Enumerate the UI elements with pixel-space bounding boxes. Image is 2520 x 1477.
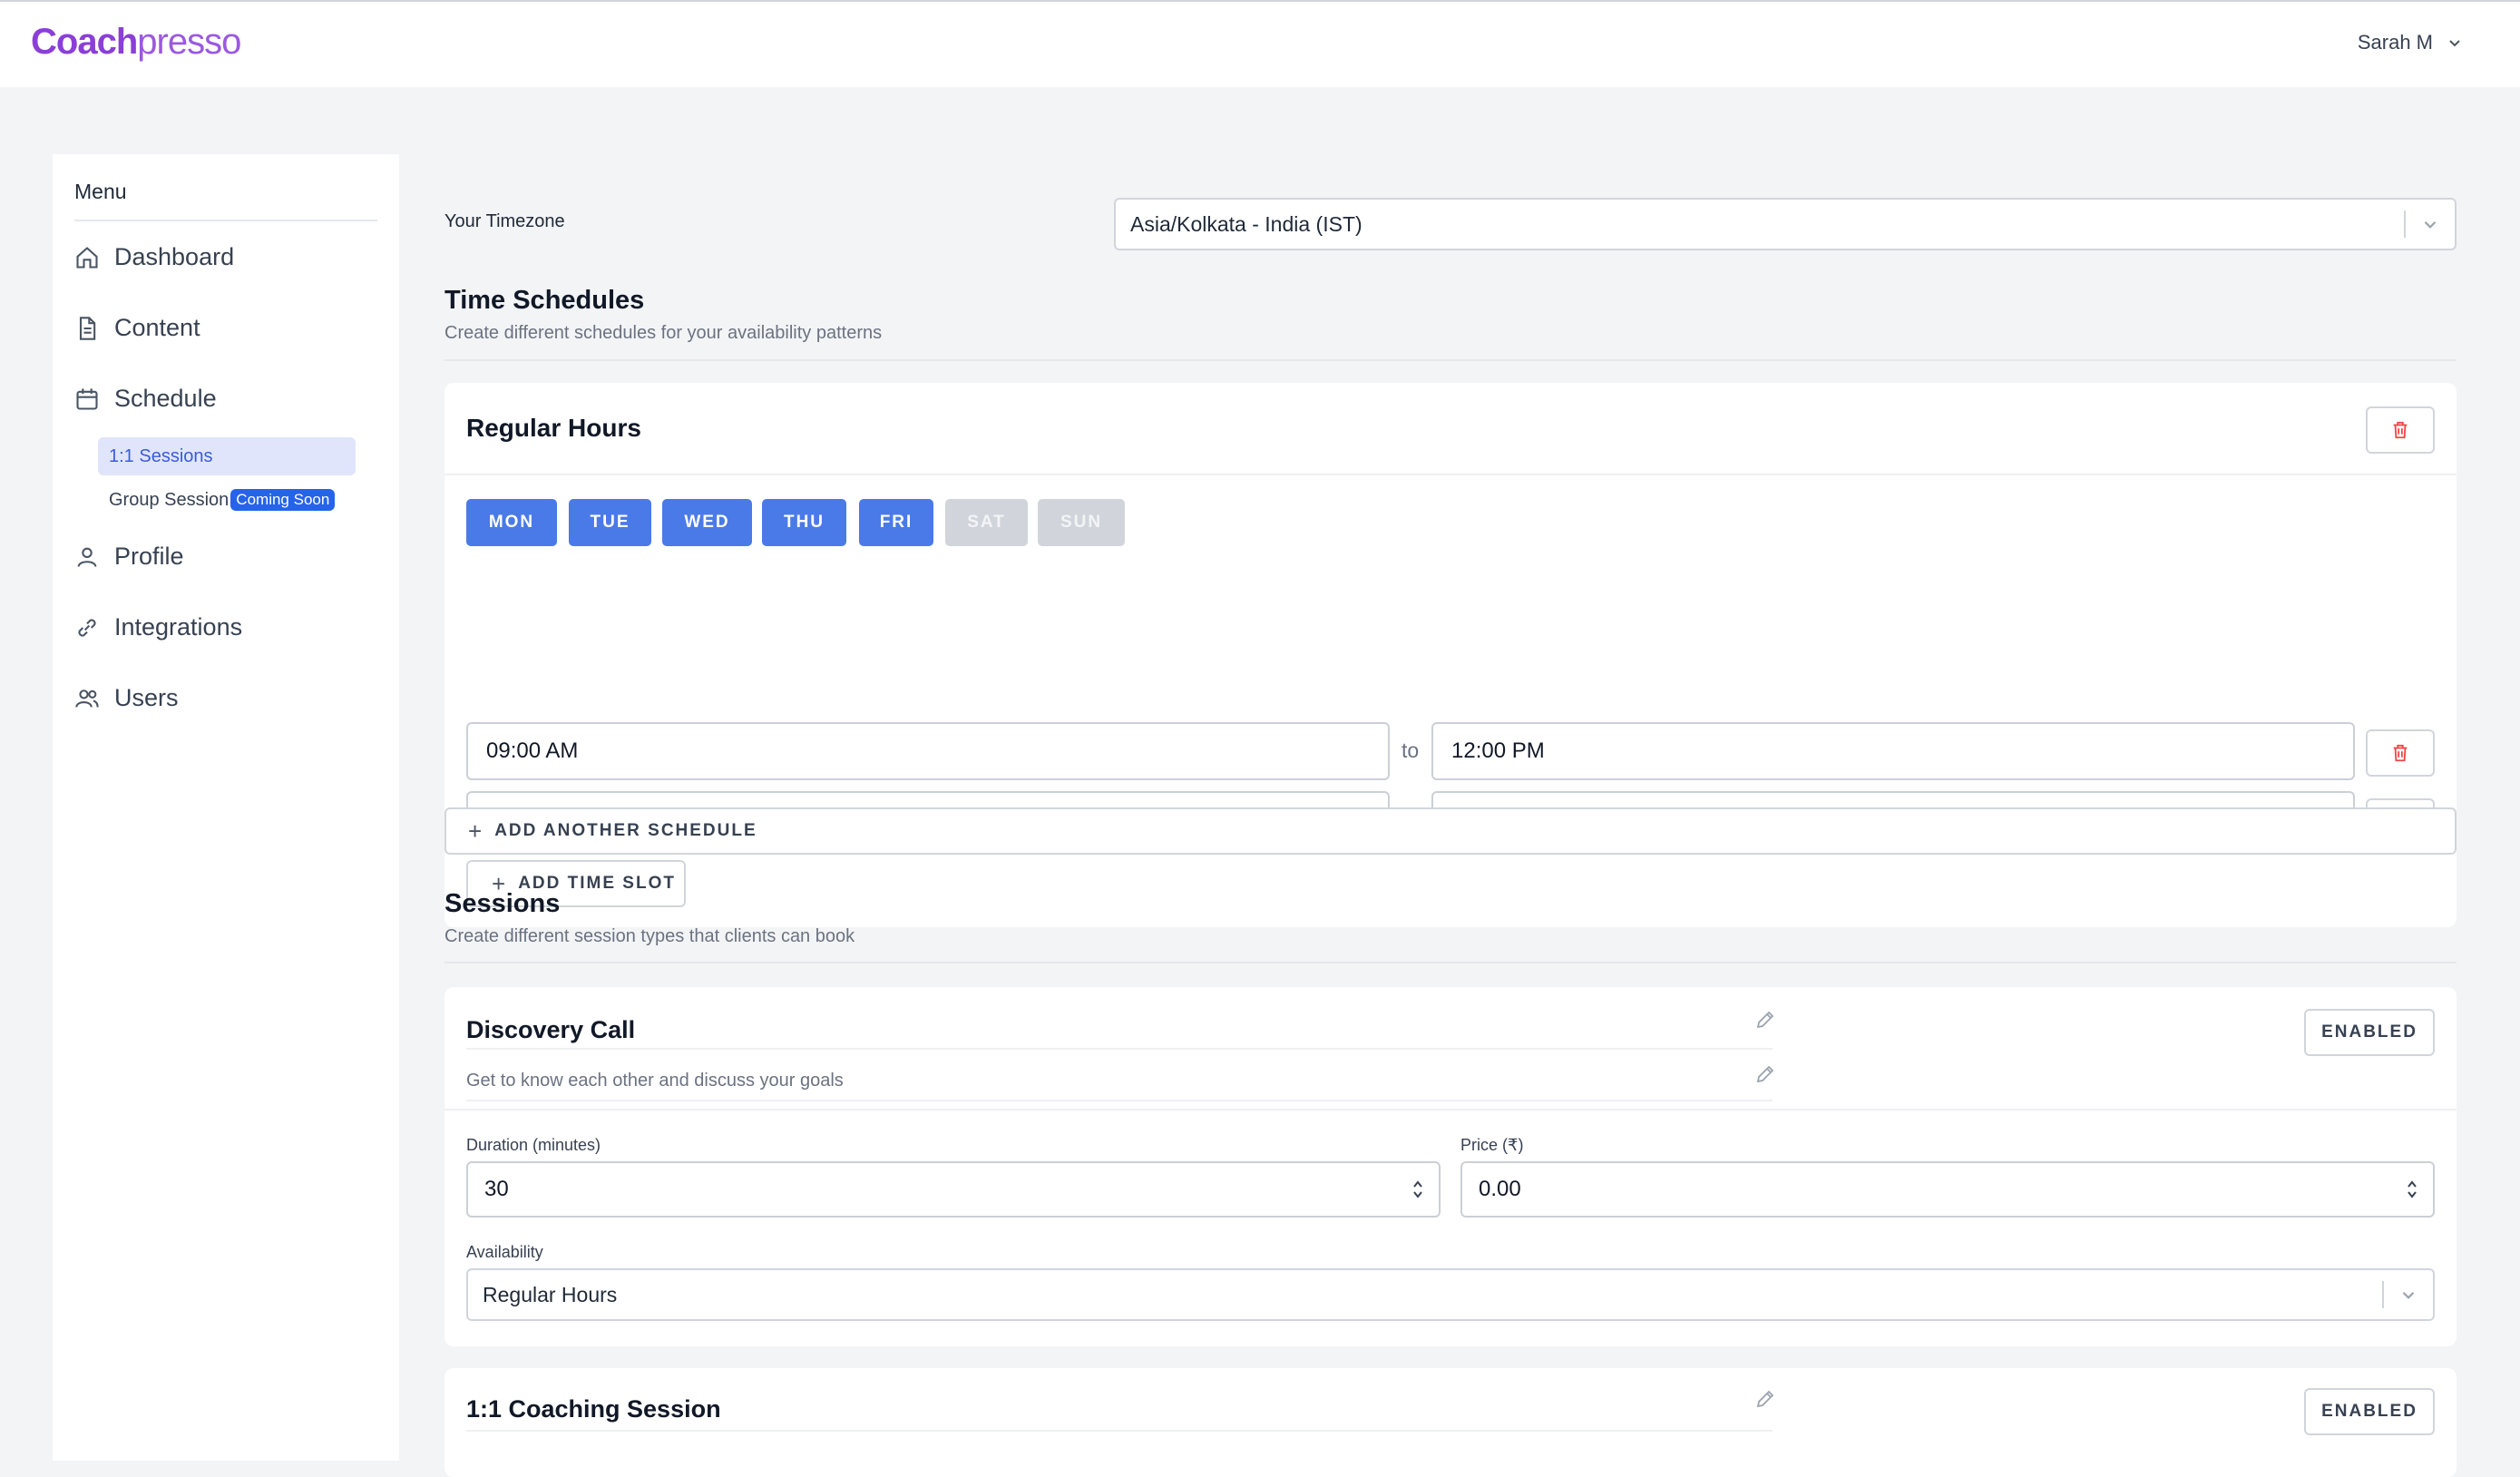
sidebar-item-label: Integrations (114, 613, 243, 641)
sidebar-subitem-group-session[interactable]: Group Session Coming Soon (98, 481, 356, 519)
pencil-icon[interactable] (1754, 1063, 1776, 1085)
sidebar-item-label: Schedule (114, 385, 217, 412)
plus-icon: + (468, 817, 483, 845)
delete-schedule-button[interactable] (2366, 406, 2435, 454)
stepper-icon[interactable] (1411, 1177, 1424, 1202)
user-name: Sarah M (2357, 31, 2433, 54)
user-menu[interactable]: Sarah M (2358, 31, 2464, 54)
add-schedule-label: ADD ANOTHER SCHEDULE (494, 821, 757, 840)
stepper-icon[interactable] (2406, 1177, 2418, 1202)
schedule-name: Regular Hours (466, 414, 641, 442)
sidebar-item-integrations[interactable]: Integrations (74, 613, 242, 641)
sidebar-item-label: Profile (114, 543, 184, 570)
menu-title: Menu (74, 180, 127, 203)
sidebar-item-schedule[interactable]: Schedule (74, 385, 217, 413)
duration-label: Duration (minutes) (466, 1136, 601, 1154)
section-divider (444, 962, 2457, 963)
user-icon (77, 547, 97, 567)
select-separator (2382, 1281, 2384, 1308)
duration-value: 30 (484, 1177, 509, 1201)
session-card: Discovery Call Get to know each other an… (444, 987, 2457, 1346)
slot-1-end-time[interactable]: 12:00 PM (1431, 722, 2355, 780)
availability-select[interactable]: Regular Hours (466, 1268, 2435, 1321)
sidebar: Menu Dashboard Content Schedule 1:1 Sess… (53, 154, 399, 1461)
session-status-toggle[interactable]: ENABLED (2304, 1009, 2435, 1056)
timezone-value: Asia/Kolkata - India (IST) (1130, 211, 1363, 236)
day-toggle-fri[interactable]: FRI (859, 499, 933, 546)
chevron-down-icon (2402, 1292, 2415, 1299)
session-status-toggle[interactable]: ENABLED (2304, 1388, 2435, 1435)
title-underline (466, 1048, 1773, 1050)
sessions-title: Sessions (444, 889, 561, 918)
link-icon (78, 618, 96, 637)
chevron-down-icon (2449, 40, 2460, 47)
sidebar-item-label: Content (114, 314, 200, 341)
users-icon (75, 689, 99, 708)
app-logo[interactable]: Coachpresso (31, 22, 241, 63)
trash-icon (2393, 421, 2408, 439)
menu-divider (74, 220, 377, 221)
top-bar: Coachpresso Sarah M (0, 0, 2520, 87)
coming-soon-badge: Coming Soon (230, 489, 336, 511)
session-card: 1:1 Coaching Session ENABLED (444, 1368, 2457, 1477)
card-header-divider (444, 474, 2457, 475)
time-schedules-title: Time Schedules (444, 286, 645, 315)
slot-1-start-time[interactable]: 09:00 AM (466, 722, 1390, 780)
description-underline (466, 1100, 1773, 1101)
subitem-label: Group Session (109, 489, 230, 510)
add-another-schedule-button[interactable]: + ADD ANOTHER SCHEDULE (444, 807, 2457, 855)
session-name[interactable]: Discovery Call (466, 1016, 635, 1044)
sidebar-item-label: Dashboard (114, 243, 235, 270)
section-divider (444, 359, 2457, 361)
sidebar-item-label: Users (114, 684, 179, 711)
availability-label: Availability (466, 1243, 543, 1261)
logo-bold-text: Coach (31, 22, 138, 62)
home-icon (76, 246, 98, 269)
trash-icon (2393, 744, 2408, 762)
time-schedules-subtitle: Create different schedules for your avai… (444, 323, 883, 343)
session-description[interactable]: Get to know each other and discuss your … (466, 1071, 844, 1091)
sidebar-item-dashboard[interactable]: Dashboard (74, 243, 234, 271)
logo-light-text: presso (137, 22, 241, 62)
day-toggle-thu[interactable]: THU (762, 499, 846, 546)
sidebar-item-users[interactable]: Users (74, 684, 179, 712)
day-toggle-sat[interactable]: SAT (945, 499, 1028, 546)
to-label: to (1402, 738, 1420, 762)
sidebar-item-content[interactable]: Content (74, 314, 200, 342)
sessions-subtitle: Create different session types that clie… (444, 926, 855, 946)
timezone-select[interactable]: Asia/Kolkata - India (IST) (1114, 198, 2457, 250)
document-icon (79, 316, 96, 340)
day-toggle-wed[interactable]: WED (662, 499, 752, 546)
session-name[interactable]: 1:1 Coaching Session (466, 1395, 721, 1423)
calendar-icon (76, 387, 98, 410)
availability-value: Regular Hours (483, 1282, 618, 1306)
subitem-label: 1:1 Sessions (109, 445, 213, 466)
pencil-icon[interactable] (1754, 1388, 1776, 1410)
price-input[interactable]: 0.00 (1460, 1161, 2435, 1218)
price-label: Price (₹) (1460, 1136, 1524, 1154)
day-toggle-mon[interactable]: MON (466, 499, 557, 546)
day-toggle-sun[interactable]: SUN (1038, 499, 1125, 546)
select-separator (2404, 210, 2406, 238)
chevron-down-icon (2424, 221, 2437, 229)
pencil-icon[interactable] (1754, 1009, 1776, 1031)
price-value: 0.00 (1479, 1177, 1521, 1201)
timezone-label: Your Timezone (444, 211, 565, 231)
delete-slot-1-button[interactable] (2366, 729, 2435, 777)
day-toggle-tue[interactable]: TUE (569, 499, 651, 546)
duration-input[interactable]: 30 (466, 1161, 1441, 1218)
sidebar-subitem-1-1-sessions[interactable]: 1:1 Sessions (98, 437, 356, 475)
card-header-divider (444, 1109, 2457, 1110)
sidebar-item-profile[interactable]: Profile (74, 543, 184, 571)
title-underline (466, 1430, 1773, 1432)
